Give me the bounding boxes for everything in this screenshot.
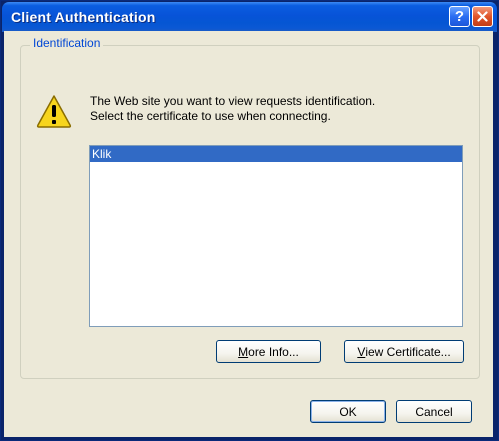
view-certificate-label: iew Certificate... [365,344,451,359]
groupbox-label: Identification [30,36,104,50]
identification-message: The Web site you want to view requests i… [90,94,375,124]
certificate-listbox[interactable]: Klik [89,145,463,327]
cancel-label: Cancel [415,404,453,419]
dialog-title: Client Authentication [11,9,156,25]
more-info-label: ore Info... [248,344,299,359]
help-icon: ? [454,8,465,25]
help-button[interactable]: ? [449,6,470,27]
message-line-2: Select the certificate to use when conne… [90,109,331,123]
title-bar[interactable]: Client Authentication ? [2,2,497,32]
cancel-button[interactable]: Cancel [396,400,472,423]
view-certificate-accelerator: V [357,344,366,359]
ok-label: OK [339,404,357,419]
ok-button[interactable]: OK [310,400,386,423]
warning-icon [36,95,72,128]
certificate-item-klik[interactable]: Klik [90,146,462,162]
more-info-accelerator: M [238,344,249,359]
close-icon [477,11,488,22]
message-line-1: The Web site you want to view requests i… [90,94,376,108]
view-certificate-button[interactable]: View Certificate... [344,340,464,363]
more-info-button[interactable]: More Info... [216,340,321,363]
close-button[interactable] [472,6,493,27]
